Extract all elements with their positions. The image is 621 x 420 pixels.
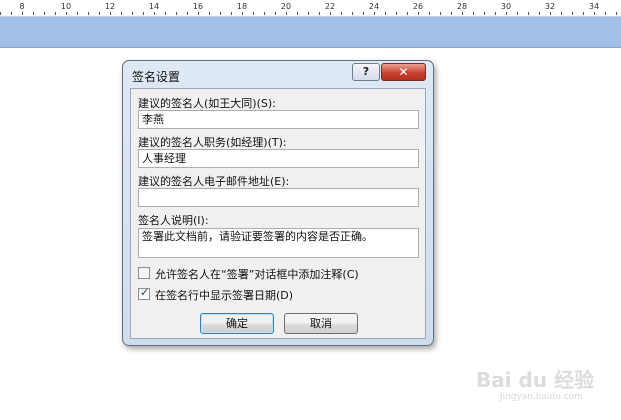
ruler-tick bbox=[88, 12, 89, 15]
help-button[interactable]: ? bbox=[352, 63, 380, 81]
instructions-label: 签名人说明(I): bbox=[138, 214, 209, 227]
ruler-tick bbox=[440, 12, 441, 15]
ok-button[interactable]: 确定 bbox=[200, 313, 274, 334]
ruler-number: 16 bbox=[192, 2, 204, 11]
watermark-logo: Bai du 经验 bbox=[476, 368, 595, 392]
ruler-tick bbox=[231, 12, 232, 15]
ruler-tick bbox=[22, 12, 23, 15]
show-date-label: 在签名行中显示签署日期(D) bbox=[155, 289, 294, 302]
ruler-number: 30 bbox=[500, 2, 512, 11]
ruler-tick bbox=[209, 12, 210, 15]
ruler-tick bbox=[110, 12, 111, 15]
ruler-tick bbox=[55, 12, 56, 15]
allow-comments-checkbox[interactable] bbox=[138, 267, 150, 279]
ruler-tick bbox=[462, 12, 463, 15]
ruler-number: 14 bbox=[148, 2, 160, 11]
ruler-tick bbox=[176, 12, 177, 15]
ruler-number: 12 bbox=[104, 2, 116, 11]
ruler-tick bbox=[473, 12, 474, 15]
ruler-tick bbox=[374, 12, 375, 15]
ruler-tick bbox=[528, 12, 529, 15]
ruler-number: 24 bbox=[368, 2, 380, 11]
ruler-tick bbox=[297, 12, 298, 15]
horizontal-ruler: 8 10 12 14 16 18 20 22 24 26 28 30 32 34 bbox=[0, 0, 621, 17]
ruler-tick bbox=[0, 12, 1, 15]
ruler-tick bbox=[495, 12, 496, 15]
ruler-tick bbox=[594, 12, 595, 15]
ruler-number: 10 bbox=[60, 2, 72, 11]
ruler-number: 18 bbox=[236, 2, 248, 11]
ruler-tick bbox=[561, 12, 562, 15]
ruler-tick bbox=[451, 12, 452, 15]
dialog-titlebar[interactable]: 签名设置 ? ✕ bbox=[123, 61, 433, 89]
dialog-body: 建议的签名人(如王大同)(S): 李燕 建议的签名人职务(如经理)(T): 人事… bbox=[130, 88, 426, 339]
allow-comments-label: 允许签名人在“签署”对话框中添加注释(C) bbox=[155, 268, 359, 281]
instructions-textarea[interactable]: 签署此文档前，请验证要签署的内容是否正确。 bbox=[138, 228, 419, 258]
ruler-tick bbox=[253, 12, 254, 15]
ruler-number: 26 bbox=[412, 2, 424, 11]
ruler-tick bbox=[363, 12, 364, 15]
ruler-tick bbox=[99, 12, 100, 15]
ruler-tick bbox=[143, 12, 144, 15]
ruler-tick bbox=[572, 12, 573, 15]
ruler-tick bbox=[484, 12, 485, 15]
ruler-tick bbox=[44, 12, 45, 15]
watermark-url: jingyan.baidu.com bbox=[500, 392, 584, 402]
ruler-tick bbox=[165, 12, 166, 15]
suggested-title-label: 建议的签名人职务(如经理)(T): bbox=[138, 136, 287, 149]
allow-comments-checkbox-row[interactable]: 允许签名人在“签署”对话框中添加注释(C) bbox=[138, 266, 408, 281]
suggested-signer-input[interactable]: 李燕 bbox=[138, 110, 419, 129]
suggested-title-input[interactable]: 人事经理 bbox=[138, 149, 419, 168]
dialog-title: 签名设置 bbox=[132, 70, 181, 84]
ruler-tick bbox=[33, 12, 34, 15]
ruler-tick bbox=[341, 12, 342, 15]
ruler-tick bbox=[275, 12, 276, 15]
ruler-tick bbox=[308, 12, 309, 15]
ruler-number: 32 bbox=[544, 2, 556, 11]
ruler-tick bbox=[319, 12, 320, 15]
ruler-tick bbox=[66, 12, 67, 15]
ruler-tick bbox=[352, 12, 353, 15]
ruler-tick bbox=[407, 12, 408, 15]
cancel-button[interactable]: 取消 bbox=[284, 313, 358, 334]
ruler-tick bbox=[517, 12, 518, 15]
ruler-tick bbox=[385, 12, 386, 15]
signature-setup-dialog: 签名设置 ? ✕ 建议的签名人(如王大同)(S): 李燕 建议的签名人职务(如经… bbox=[122, 60, 434, 346]
checkmark-icon: ✓ bbox=[140, 286, 150, 299]
ruler-number: 20 bbox=[280, 2, 292, 11]
ruler-tick bbox=[396, 12, 397, 15]
suggested-email-label: 建议的签名人电子邮件地址(E): bbox=[138, 175, 290, 188]
ruler-tick bbox=[264, 12, 265, 15]
ruler-tick bbox=[198, 12, 199, 15]
ruler-tick bbox=[220, 12, 221, 15]
ruler-tick bbox=[539, 12, 540, 15]
ruler-number: 22 bbox=[324, 2, 336, 11]
ribbon-band bbox=[0, 17, 621, 48]
ruler-number: 8 bbox=[19, 2, 25, 11]
ruler-number: 28 bbox=[456, 2, 468, 11]
ruler-tick bbox=[286, 12, 287, 15]
ruler-tick bbox=[242, 12, 243, 15]
ruler-tick bbox=[330, 12, 331, 15]
close-button[interactable]: ✕ bbox=[381, 63, 426, 81]
suggested-email-input[interactable] bbox=[138, 188, 419, 207]
ruler-number: 34 bbox=[588, 2, 600, 11]
ruler-tick bbox=[187, 12, 188, 15]
ruler-tick bbox=[154, 12, 155, 15]
ruler-tick bbox=[121, 12, 122, 15]
show-date-checkbox[interactable]: ✓ bbox=[138, 286, 150, 300]
suggested-signer-label: 建议的签名人(如王大同)(S): bbox=[138, 97, 276, 110]
ruler-tick bbox=[583, 12, 584, 15]
ruler-tick bbox=[11, 12, 12, 15]
ruler-tick bbox=[616, 12, 617, 15]
ruler-tick bbox=[506, 12, 507, 15]
ruler-tick bbox=[550, 12, 551, 15]
ruler-tick bbox=[77, 12, 78, 15]
ruler-tick bbox=[605, 12, 606, 15]
ruler-tick bbox=[418, 12, 419, 15]
ruler-tick bbox=[132, 12, 133, 15]
ruler-tick bbox=[429, 12, 430, 15]
show-date-checkbox-row[interactable]: ✓ 在签名行中显示签署日期(D) bbox=[138, 286, 338, 302]
